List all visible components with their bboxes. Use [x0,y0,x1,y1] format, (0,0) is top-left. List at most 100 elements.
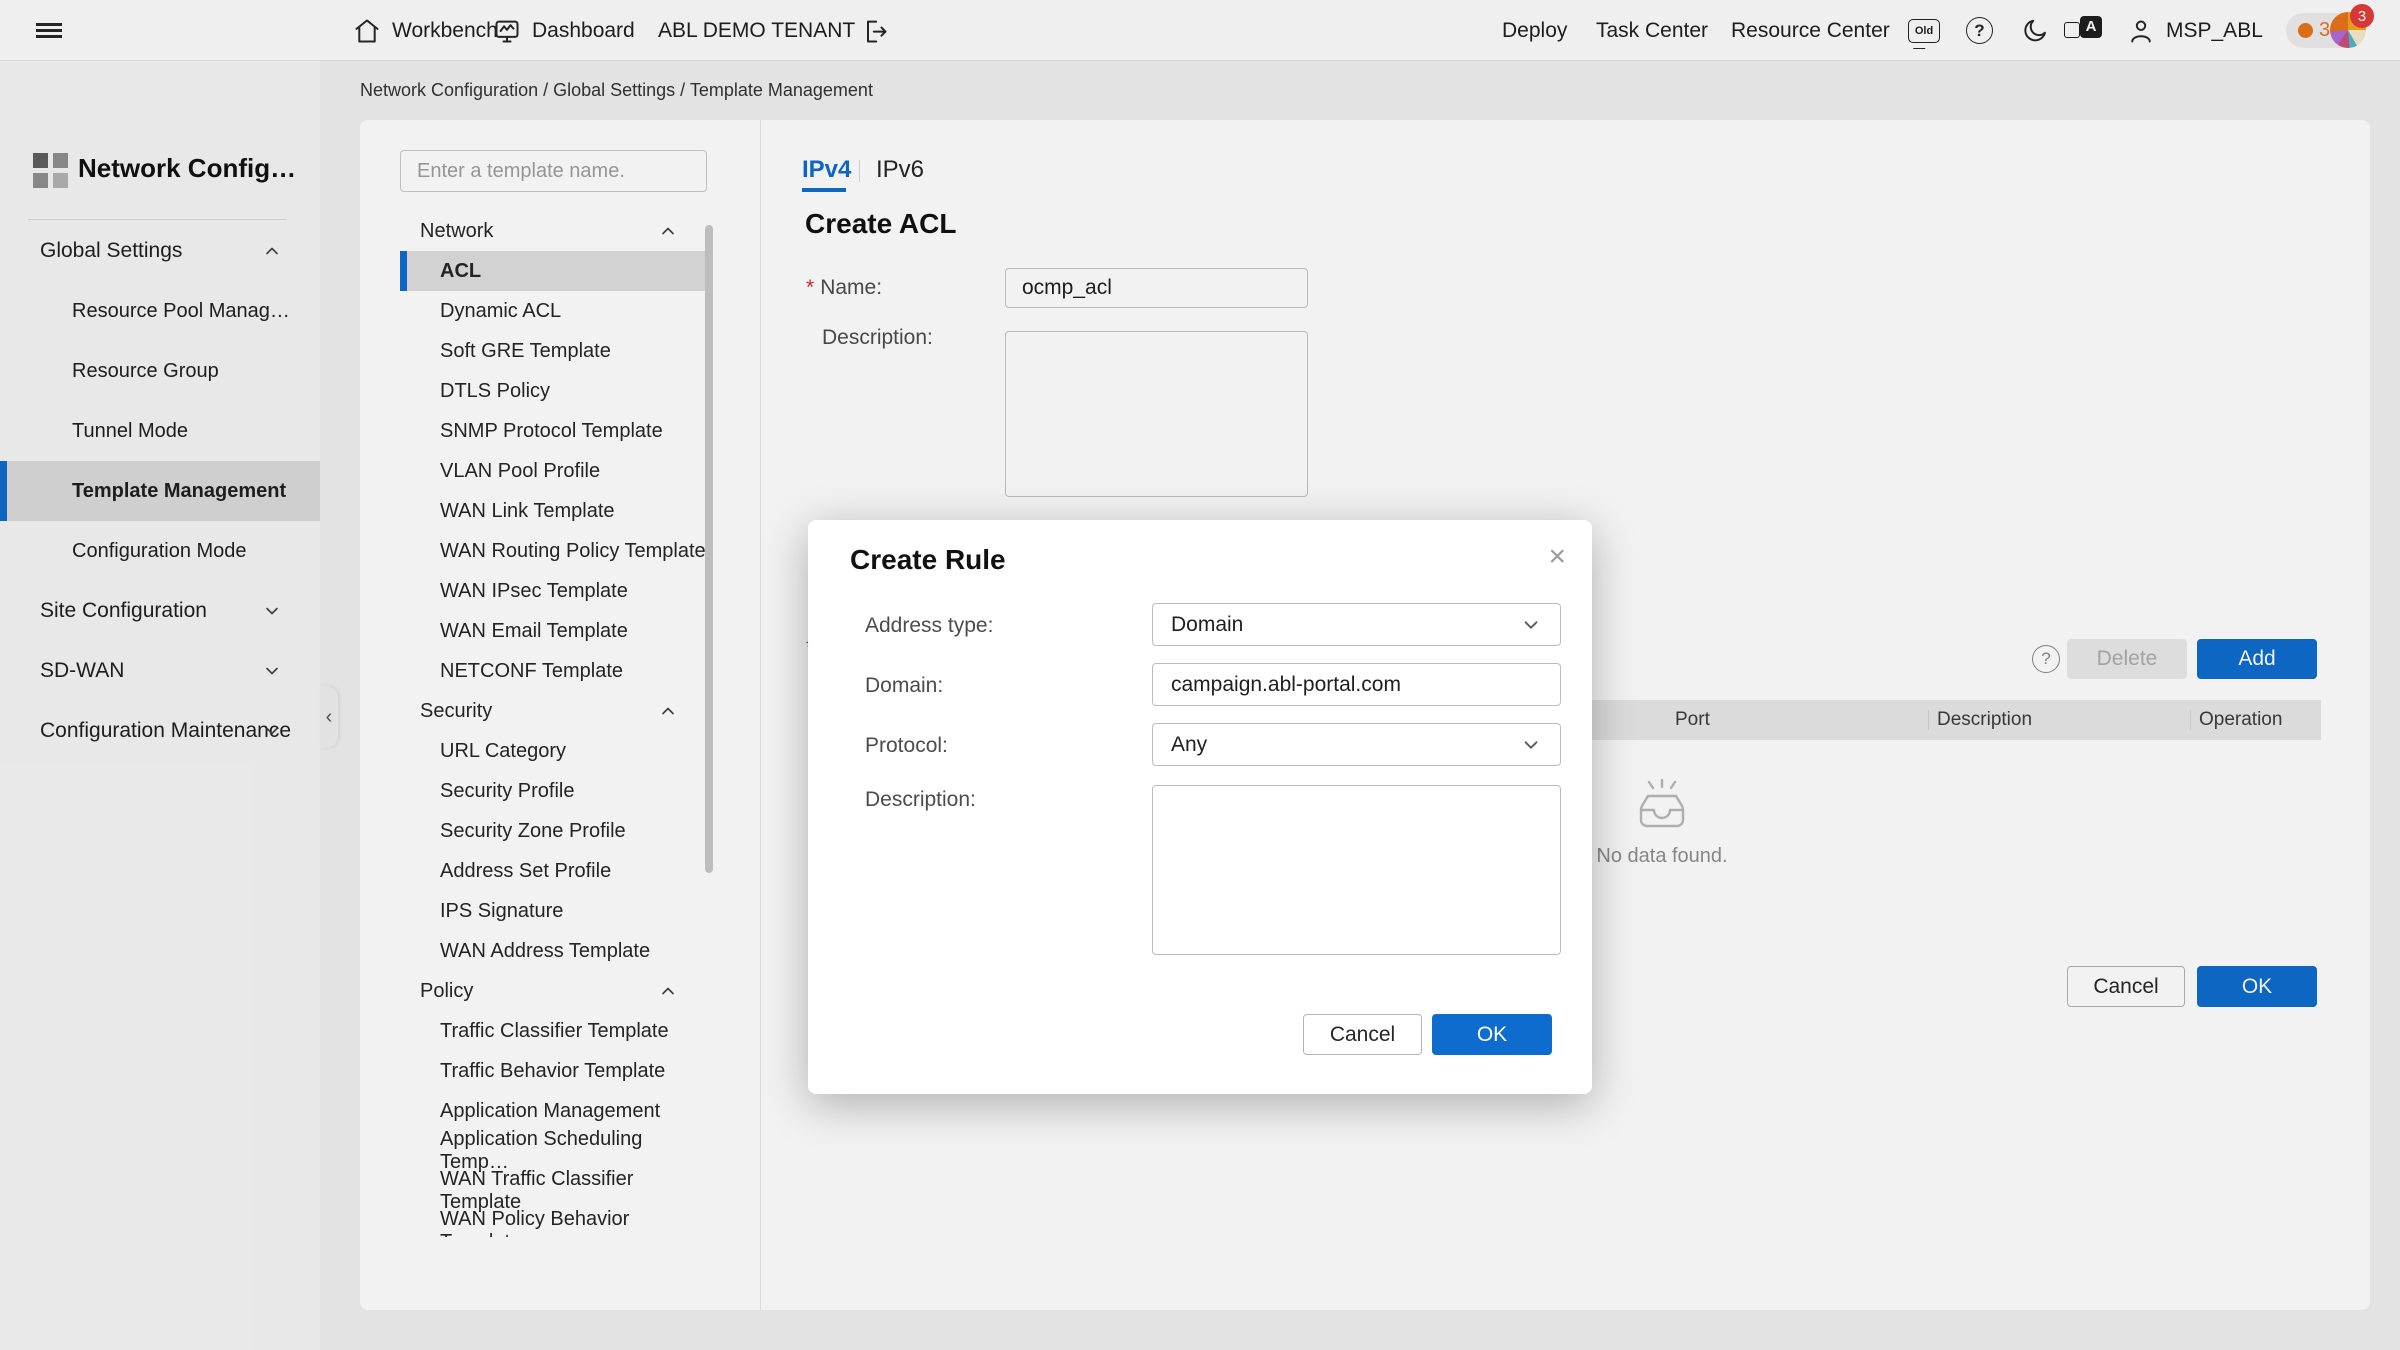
tree-item-wan-traffic-classifier-template[interactable]: WAN Traffic Classifier Template [400,1171,706,1211]
template-search-input[interactable] [401,151,706,191]
sidebar-item-template-management[interactable]: Template Management [0,461,320,521]
sidebar-group-label: Global Settings [40,239,182,263]
tree-section-security[interactable]: Security [400,691,706,731]
sidebar-item-resource-pool[interactable]: Resource Pool Manag… [0,281,320,341]
required-marker: * [806,276,814,299]
notification-count: 3 [2319,19,2330,42]
old-version-icon: Old [1908,19,1940,43]
tab-ipv4[interactable]: IPv4 [802,156,851,184]
tree-scrollbar[interactable] [705,225,713,873]
sidebar-item-resource-group[interactable]: Resource Group [0,341,320,401]
column-header-operation[interactable]: Operation [2199,700,2282,740]
tree-item-snmp-protocol-template[interactable]: SNMP Protocol Template [400,411,706,451]
tree-item-acl[interactable]: ACL [400,251,706,291]
left-sidebar: Network Config… Global Settings Resource… [0,61,320,1350]
sidebar-app-title: Network Config… [78,153,296,184]
tree-item-wan-link-template[interactable]: WAN Link Template [400,491,706,531]
chevron-up-icon [658,701,678,721]
tree-item-security-zone-profile[interactable]: Security Zone Profile [400,811,706,851]
chevron-down-icon [1520,614,1542,636]
tree-item-wan-email-template[interactable]: WAN Email Template [400,611,706,651]
column-divider [1928,710,1929,730]
modal-description-label: Description: [865,788,976,812]
home-icon [352,16,382,46]
tree-item-soft-gre-template[interactable]: Soft GRE Template [400,331,706,371]
tree-item-wan-address-template[interactable]: WAN Address Template [400,931,706,971]
page-title: Create ACL [805,208,956,240]
modal-cancel-button[interactable]: Cancel [1303,1014,1422,1055]
chevron-down-icon [1520,734,1542,756]
username-label: MSP_ABL [2166,19,2263,43]
add-button[interactable]: Add [2197,639,2317,679]
sidebar-item-tunnel-mode[interactable]: Tunnel Mode [0,401,320,461]
sidebar-group-site-configuration[interactable]: Site Configuration [0,581,320,641]
delete-button[interactable]: Delete [2067,639,2187,679]
column-divider [2190,710,2191,730]
sidebar-collapse-handle[interactable]: ‹ [320,686,338,748]
modal-ok-button[interactable]: OK [1432,1014,1552,1055]
nav-deploy[interactable]: Deploy [1502,0,1567,61]
tenant-name: ABL DEMO TENANT [658,0,855,61]
sidebar-group-global-settings[interactable]: Global Settings [0,221,320,281]
close-icon[interactable]: × [1548,542,1566,572]
tree-section-label: Network [420,220,493,243]
tree-item-ips-signature[interactable]: IPS Signature [400,891,706,931]
dark-mode-button[interactable] [2020,0,2050,61]
active-tab-underline [802,188,846,192]
address-type-select[interactable]: Domain [1152,603,1561,646]
legacy-ui-button[interactable]: Old [1908,0,1940,61]
tree-item-application-management[interactable]: Application Management [400,1091,706,1131]
tree-item-security-profile[interactable]: Security Profile [400,771,706,811]
translate-icon: A [2072,16,2102,46]
breadcrumb[interactable]: Network Configuration / Global Settings … [360,80,873,101]
protocol-select[interactable]: Any [1152,723,1561,766]
help-button[interactable]: ? [1966,0,1993,61]
nav-dashboard[interactable]: Dashboard [492,0,635,61]
modal-description-textarea[interactable] [1152,785,1561,955]
user-icon [2126,16,2156,46]
domain-label: Domain: [865,674,943,698]
tree-item-url-category[interactable]: URL Category [400,731,706,771]
name-label: * Name: [806,276,882,300]
sidebar-item-configuration-mode[interactable]: Configuration Mode [0,521,320,581]
domain-input[interactable] [1152,663,1561,706]
column-header-port[interactable]: Port [1675,700,1710,740]
hamburger-menu-icon[interactable] [36,0,62,61]
page-ok-button[interactable]: OK [2197,966,2317,1007]
column-header-description[interactable]: Description [1937,700,2032,740]
moon-icon [2020,16,2050,46]
tree-section-network[interactable]: Network [400,211,706,251]
sidebar-group-sd-wan[interactable]: SD-WAN [0,641,320,701]
name-label-text: Name: [820,276,882,299]
tree-item-netconf-template[interactable]: NETCONF Template [400,651,706,691]
nav-task-center[interactable]: Task Center [1596,0,1708,61]
tree-item-dtls-policy[interactable]: DTLS Policy [400,371,706,411]
tab-ipv6[interactable]: IPv6 [876,156,924,184]
tree-item-dynamic-acl[interactable]: Dynamic ACL [400,291,706,331]
tree-item-wan-policy-behavior-template[interactable]: WAN Policy Behavior Template [400,1211,706,1237]
acl-name-input[interactable] [1005,268,1308,308]
page-cancel-button[interactable]: Cancel [2067,966,2185,1007]
nav-workbench[interactable]: Workbench [352,0,498,61]
user-menu[interactable]: MSP_ABL [2126,0,2263,61]
sidebar-group-configuration-maintenance[interactable]: Configuration Maintenance [0,701,320,761]
address-type-value: Domain [1171,613,1243,637]
tree-item-traffic-behavior-template[interactable]: Traffic Behavior Template [400,1051,706,1091]
nav-resource-center[interactable]: Resource Center [1731,0,1890,61]
chevron-left-icon: ‹ [326,706,333,729]
chevron-down-icon [262,601,282,621]
tree-item-traffic-classifier-template[interactable]: Traffic Classifier Template [400,1011,706,1051]
tree-item-vlan-pool-profile[interactable]: VLAN Pool Profile [400,451,706,491]
tree-item-application-scheduling-template[interactable]: Application Scheduling Temp… [400,1131,706,1171]
tree-section-policy[interactable]: Policy [400,971,706,1011]
tree-item-address-set-profile[interactable]: Address Set Profile [400,851,706,891]
tree-item-wan-ipsec-template[interactable]: WAN IPsec Template [400,571,706,611]
tenant-switch-button[interactable] [860,0,890,61]
chevron-down-icon [262,661,282,681]
tree-item-wan-routing-policy-template[interactable]: WAN Routing Policy Template [400,531,706,571]
rule-help-icon[interactable]: ? [2032,645,2060,673]
nav-resource-center-label: Resource Center [1731,19,1890,43]
sidebar-group-label: Configuration Maintenance [40,719,291,743]
language-button[interactable]: A [2072,0,2102,61]
acl-description-textarea[interactable] [1005,331,1308,497]
